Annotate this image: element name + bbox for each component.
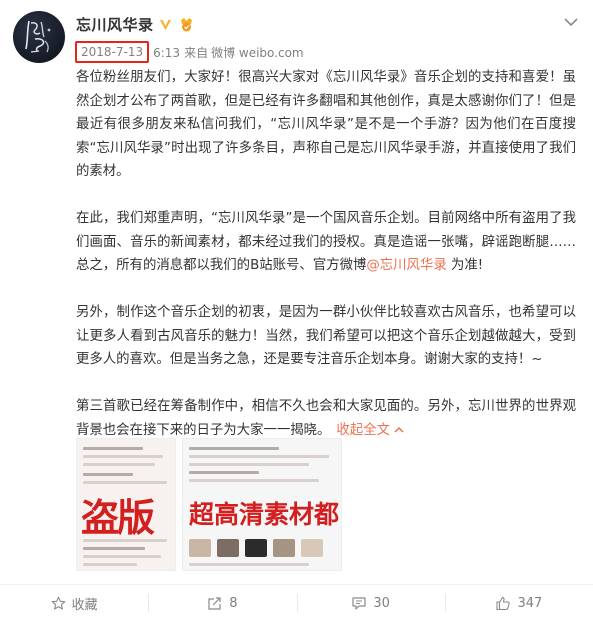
image-2-overlay-text: 超高清素材都	[189, 500, 340, 529]
paragraph-3: 另外，制作这个音乐企划的初衷，是因为一群小伙伴比较喜欢古风音乐，也希望可以让更多…	[76, 305, 576, 367]
mention-link[interactable]: @忘川风华录	[366, 258, 446, 273]
post-time: 6:13	[153, 45, 181, 60]
repost-icon	[207, 596, 223, 611]
repost-count: 8	[229, 595, 238, 611]
vip-icon	[178, 17, 196, 33]
collapse-button[interactable]: 收起全文	[336, 423, 404, 438]
source-prefix: 来自	[184, 45, 209, 60]
comment-count: 30	[373, 595, 390, 611]
post-images: 盗版 超高清素材都	[76, 438, 342, 571]
post-source[interactable]: 微博 weibo.com	[211, 46, 304, 60]
action-bar: 收藏 8 30 347	[0, 585, 593, 621]
paragraph-4: 第三首歌已经在筹备制作中，相信不久也会和大家见面的。另外，忘川世界的世界观背景也…	[76, 395, 576, 442]
like-count: 347	[517, 595, 543, 611]
image-1-stamp-text: 盗版	[81, 495, 155, 540]
image-thumbnail-1[interactable]: 盗版	[76, 438, 176, 571]
avatar[interactable]	[13, 11, 65, 63]
avatar-calligraphy-logo	[25, 20, 51, 53]
like-icon	[495, 596, 511, 611]
paragraph-2-text: 在此，我们郑重声明，“忘川风华录”是一个国风音乐企划。目前网络中所有盗用了我们画…	[76, 211, 576, 273]
chevron-up-icon	[394, 426, 404, 433]
verified-icon	[158, 17, 174, 33]
chevron-down-icon[interactable]	[563, 14, 579, 28]
paragraph-2: 在此，我们郑重声明，“忘川风华录”是一个国风音乐企划。目前网络中所有盗用了我们画…	[76, 207, 576, 278]
author-name[interactable]: 忘川风华录	[76, 14, 154, 35]
collapse-label: 收起全文	[336, 422, 390, 438]
post-header: 忘川风华录	[76, 14, 196, 35]
repost-button[interactable]: 8	[148, 585, 296, 621]
star-icon	[51, 596, 66, 611]
favorite-label: 收藏	[71, 597, 98, 613]
favorite-button[interactable]: 收藏	[0, 585, 148, 621]
like-button[interactable]: 347	[444, 585, 593, 621]
paragraph-4-text: 第三首歌已经在筹备制作中，相信不久也会和大家见面的。另外，忘川世界的世界观背景也…	[76, 399, 576, 438]
post-meta: 2018-7-13 6:13 来自 微博 weibo.com	[75, 41, 308, 63]
comment-icon	[351, 596, 367, 611]
paragraph-2-end: 为准!	[446, 258, 484, 273]
image-thumbnail-2[interactable]: 超高清素材都	[182, 438, 342, 571]
comment-button[interactable]: 30	[296, 585, 445, 621]
post-date[interactable]: 2018-7-13	[75, 41, 150, 63]
paragraph-1: 各位粉丝朋友们，大家好！很高兴大家对《忘川风华录》音乐企划的支持和喜爱！虽然企划…	[76, 70, 576, 179]
post-content: 各位粉丝朋友们，大家好！很高兴大家对《忘川风华录》音乐企划的支持和喜爱！虽然企划…	[76, 66, 576, 442]
